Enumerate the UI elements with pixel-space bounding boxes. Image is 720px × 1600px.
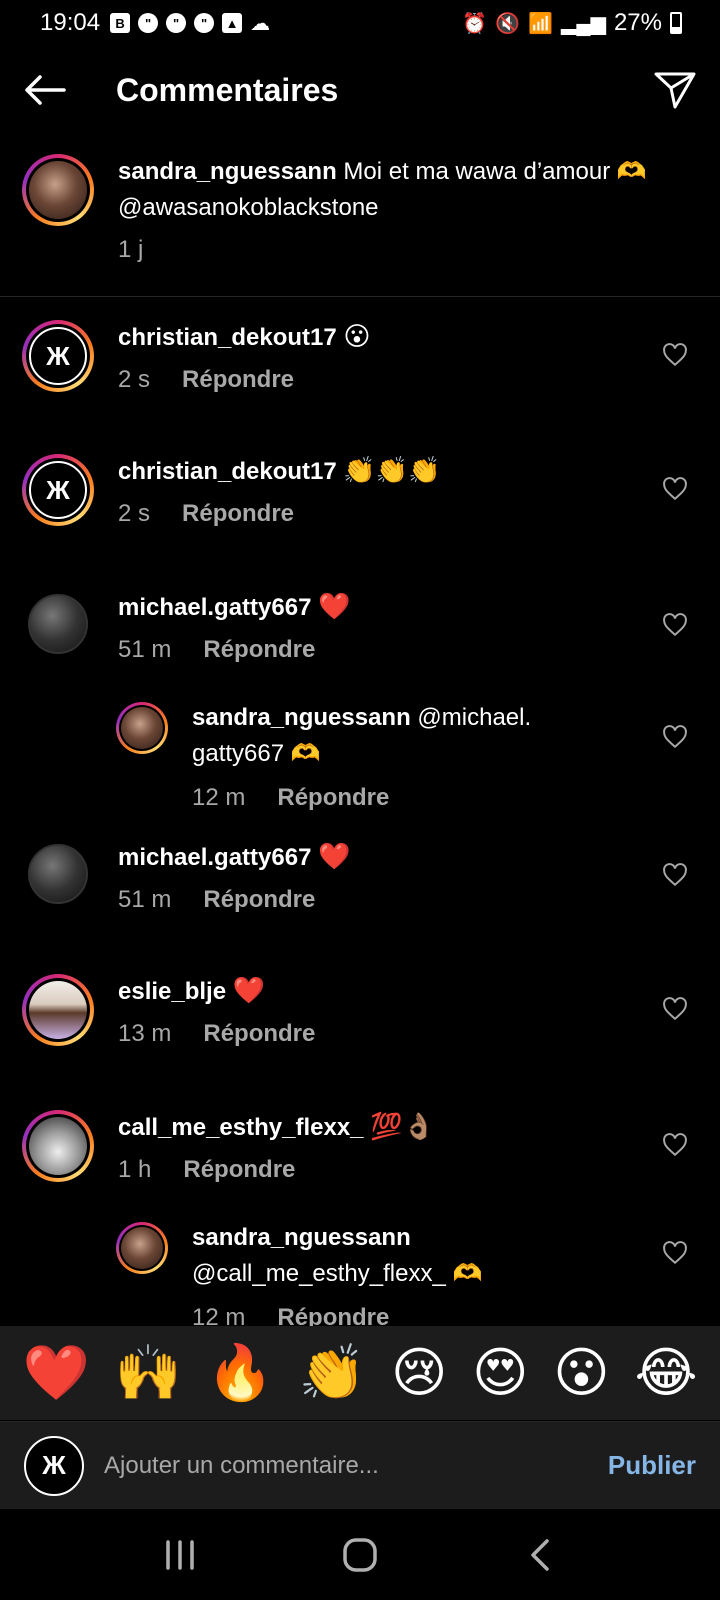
system-nav-bar — [0, 1509, 720, 1600]
avatar[interactable]: Ж — [22, 320, 94, 392]
app-notification-icon: B — [110, 13, 131, 33]
reply-button[interactable]: Répondre — [277, 1304, 389, 1326]
mute-icon: 🔇 — [495, 12, 521, 35]
comment-text: ❤️ — [318, 591, 351, 621]
comment-username[interactable]: call_me_esthy_flexx_ — [118, 1114, 364, 1141]
comment-username[interactable]: christian_dekout17 — [118, 458, 337, 485]
quote-notification-icon: " — [138, 13, 159, 33]
comment-text: ❤️ — [232, 975, 266, 1005]
alarm-icon: ⏰ — [462, 12, 488, 35]
heart-outline-icon[interactable] — [662, 476, 688, 502]
signal-icon: ▂▄▆ — [561, 12, 606, 35]
caption-time: 1 j — [118, 236, 144, 263]
comment-time: 2 s — [118, 500, 151, 527]
wifi-icon: 📶 — [528, 12, 554, 35]
status-bar: 19:04 B " " " ▲ ☁ ⏰ 🔇 📶 ▂▄▆ 27% — [0, 0, 720, 46]
caption-username[interactable]: sandra_nguessann — [118, 158, 337, 185]
quote-notification-icon: " — [166, 13, 187, 33]
heart-outline-icon[interactable] — [662, 612, 688, 638]
comment-input[interactable]: Ajouter un commentaire... — [104, 1452, 608, 1480]
quote-notification-icon: " — [194, 13, 215, 33]
avatar[interactable] — [28, 594, 88, 654]
comment-text: 💯👌🏽 — [370, 1111, 435, 1141]
avatar[interactable]: Ж — [22, 454, 94, 526]
comment-username[interactable]: michael.gatty667 — [118, 594, 311, 621]
comment-time: 1 h — [118, 1156, 152, 1183]
paper-plane-icon — [654, 72, 696, 109]
status-time: 19:04 — [40, 9, 101, 36]
header: Commentaires — [0, 56, 720, 124]
back-button[interactable] — [24, 68, 68, 112]
heart-outline-icon[interactable] — [662, 1240, 688, 1266]
avatar[interactable] — [22, 1110, 94, 1182]
reply-button[interactable]: Répondre — [277, 784, 389, 812]
reply-comment-item: sandra_nguessann @call_me_esthy_flexx_ 🫶… — [0, 1220, 720, 1326]
comment-username[interactable]: sandra_nguessann — [192, 1224, 411, 1251]
emoji-quick-bar: ❤️ 🙌 🔥 👏 😢 😍 😮 😂 — [0, 1326, 720, 1420]
home-icon — [343, 1537, 377, 1572]
heart-outline-icon[interactable] — [662, 342, 688, 368]
heart-outline-icon[interactable] — [662, 862, 688, 888]
comment-text: 👏👏👏 — [343, 455, 441, 485]
recent-apps-icon — [166, 1539, 194, 1570]
comment-time: 2 s — [118, 366, 151, 393]
page-title: Commentaires — [116, 71, 339, 108]
avatar[interactable] — [28, 844, 88, 904]
avatar[interactable] — [116, 1222, 168, 1274]
my-avatar: Ж — [24, 1435, 84, 1496]
chevron-left-icon — [531, 1538, 549, 1571]
heart-outline-icon[interactable] — [662, 724, 688, 750]
comment-composer: Ж Ajouter un commentaire... Publier — [0, 1421, 720, 1509]
comment-text: ❤️ — [318, 841, 351, 871]
reply-button[interactable]: Répondre — [182, 366, 294, 394]
recent-apps-button[interactable] — [150, 1525, 210, 1585]
avatar[interactable] — [22, 154, 94, 226]
comment-time: 12 m — [192, 1304, 246, 1326]
emoji-cry-button[interactable]: 😢 — [391, 1346, 447, 1400]
emoji-heart-eyes-button[interactable]: 😍 — [472, 1346, 528, 1400]
emoji-surprised-button[interactable]: 😮 — [553, 1346, 609, 1400]
home-button[interactable] — [330, 1525, 390, 1585]
heart-outline-icon[interactable] — [662, 996, 688, 1022]
comment-username[interactable]: eslie_blje — [118, 978, 226, 1005]
heart-outline-icon[interactable] — [662, 1132, 688, 1158]
comment-time: 12 m — [192, 784, 246, 811]
arrow-left-icon — [25, 75, 66, 105]
avatar[interactable] — [22, 974, 94, 1046]
emoji-clap-button[interactable]: 👏 — [299, 1346, 366, 1400]
reply-button[interactable]: Répondre — [203, 1020, 315, 1048]
comment-text: 😮 — [343, 321, 371, 351]
avatar[interactable] — [116, 702, 168, 754]
comment-username[interactable]: sandra_nguessann — [192, 704, 411, 731]
back-nav-button[interactable] — [510, 1525, 570, 1585]
reply-button[interactable]: Répondre — [203, 636, 315, 664]
share-button[interactable] — [652, 68, 696, 112]
comment-time: 51 m — [118, 636, 172, 663]
emoji-fire-button[interactable]: 🔥 — [207, 1346, 274, 1400]
comment-username[interactable]: michael.gatty667 — [118, 844, 311, 871]
emoji-laugh-button[interactable]: 😂 — [634, 1346, 697, 1400]
emoji-raised-hands-button[interactable]: 🙌 — [115, 1346, 182, 1400]
reply-button[interactable]: Répondre — [183, 1156, 295, 1184]
cloud-icon: ☁ — [250, 12, 271, 35]
battery-percent: 27% — [613, 9, 662, 36]
reply-button[interactable]: Répondre — [182, 500, 294, 528]
reply-button[interactable]: Répondre — [203, 886, 315, 914]
divider — [0, 296, 720, 297]
emoji-heart-button[interactable]: ❤️ — [22, 1346, 89, 1400]
comment-text: @call_me_esthy_flexx_ 🫶 — [192, 1260, 483, 1287]
battery-icon — [670, 12, 682, 34]
image-notification-icon: ▲ — [222, 13, 243, 33]
comment-username[interactable]: christian_dekout17 — [118, 324, 337, 351]
comment-time: 51 m — [118, 886, 172, 913]
comment-time: 13 m — [118, 1020, 172, 1047]
publish-button[interactable]: Publier — [608, 1450, 696, 1481]
